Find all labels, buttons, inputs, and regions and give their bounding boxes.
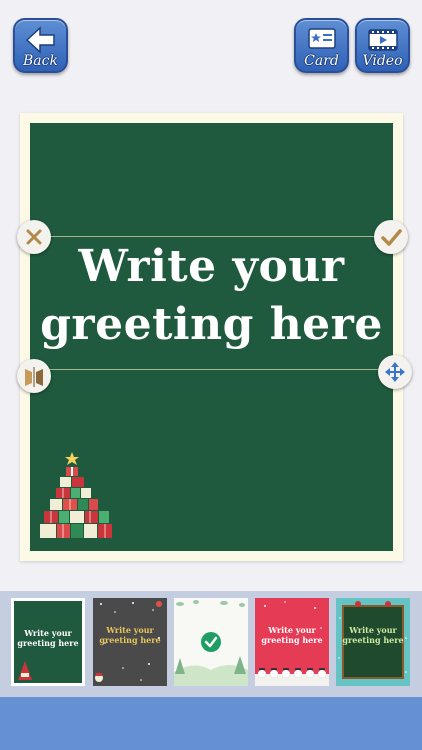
greeting-line-1: Write your xyxy=(78,241,345,292)
gift-tree-decoration xyxy=(38,450,114,549)
template-thumb-2[interactable]: Write your greeting here xyxy=(93,598,167,686)
film-icon xyxy=(357,25,408,55)
back-arrow-icon xyxy=(15,25,66,55)
video-button[interactable]: Video xyxy=(355,18,410,73)
delete-handle[interactable] xyxy=(17,220,51,254)
template-thumb-1[interactable]: Write your greeting here xyxy=(11,598,85,686)
selection-bottom-line xyxy=(18,369,390,370)
card-button[interactable]: Card xyxy=(294,18,349,73)
template-thumb-4[interactable]: Write your greeting here xyxy=(255,598,329,686)
move-handle[interactable] xyxy=(378,355,412,389)
video-label: Video xyxy=(362,53,403,69)
thumb-1-line-1: Write your xyxy=(24,628,72,638)
thumb-5-line-2: greeting here xyxy=(342,635,404,645)
greeting-line-2: greeting here xyxy=(40,299,383,350)
gift-tree-icon xyxy=(18,661,32,680)
thumb-4-line-1: Write your xyxy=(268,625,316,635)
back-label: Back xyxy=(23,53,58,69)
back-button[interactable]: Back xyxy=(13,18,68,73)
template-thumb-3[interactable] xyxy=(174,598,248,686)
template-strip: Write your greeting here Write your gree… xyxy=(0,591,422,697)
card-label: Card xyxy=(304,53,339,69)
flip-icon xyxy=(25,367,43,387)
confirm-handle[interactable] xyxy=(374,220,408,254)
selection-top-line xyxy=(18,236,390,237)
thumb-2-line-2: greeting here xyxy=(99,635,161,645)
thumb-1-line-2: greeting here xyxy=(17,638,79,648)
card-icon xyxy=(296,25,347,55)
move-arrows-icon xyxy=(385,362,405,382)
close-icon xyxy=(26,229,42,245)
template-thumb-5[interactable]: Write your greeting here xyxy=(336,598,410,686)
checkmark-icon xyxy=(204,636,218,648)
greeting-text[interactable]: Write your greeting here xyxy=(30,238,393,354)
bottom-bar xyxy=(0,697,422,750)
thumb-2-line-1: Write your xyxy=(106,625,154,635)
thumb-4-line-2: greeting here xyxy=(261,635,323,645)
selected-check-badge xyxy=(201,632,221,652)
checkmark-icon xyxy=(381,229,402,246)
flip-handle[interactable] xyxy=(17,359,51,393)
thumb-5-line-1: Write your xyxy=(349,625,397,635)
